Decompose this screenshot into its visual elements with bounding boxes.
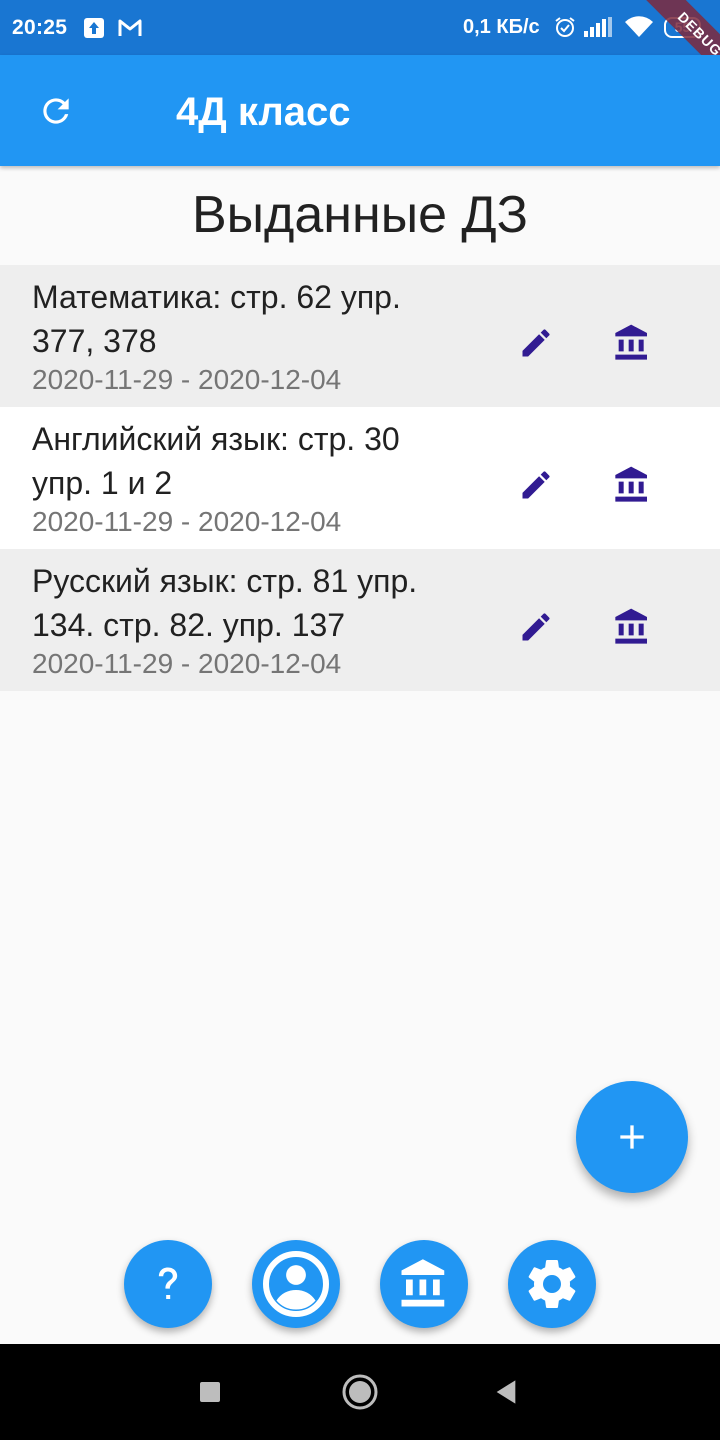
recents-icon <box>200 1382 220 1402</box>
app-title: 4Д класс <box>176 90 351 134</box>
navigation-bar <box>0 1344 720 1440</box>
homework-list: Математика: стр. 62 упр. 377, 378 2020-1… <box>0 265 720 691</box>
school-button[interactable] <box>380 1240 468 1328</box>
refresh-icon <box>43 98 69 124</box>
alarm-icon <box>554 16 576 43</box>
edit-button[interactable] <box>512 461 560 509</box>
plus-icon <box>620 1125 644 1149</box>
settings-button[interactable] <box>508 1240 596 1328</box>
homework-item[interactable]: Русский язык: стр. 81 упр. 134. стр. 82.… <box>0 549 720 691</box>
status-time: 20:25 <box>12 16 68 39</box>
homework-item[interactable]: Английский язык: стр. 30 упр. 1 и 2 2020… <box>0 407 720 549</box>
pencil-icon <box>522 471 550 499</box>
bank-icon <box>615 324 647 360</box>
edit-button[interactable] <box>512 319 560 367</box>
wifi-icon <box>624 16 654 43</box>
edit-button[interactable] <box>512 603 560 651</box>
gmail-icon <box>118 18 142 43</box>
home-icon <box>342 1374 378 1410</box>
page-title: Выданные ДЗ <box>191 186 529 244</box>
homework-dates: 2020-11-29 - 2020-12-04 <box>32 364 342 395</box>
profile-button[interactable] <box>252 1240 340 1328</box>
bank-icon <box>615 608 647 644</box>
bank-icon <box>401 1259 445 1307</box>
app-bar: 4Д класс <box>0 55 720 166</box>
archive-button[interactable] <box>608 319 656 367</box>
bank-icon <box>615 466 647 502</box>
homework-title: Математика: стр. 62 упр. 377, 378 <box>32 279 401 359</box>
homework-item[interactable]: Математика: стр. 62 упр. 377, 378 2020-1… <box>0 265 720 407</box>
back-icon <box>496 1380 516 1404</box>
homework-text: Математика: стр. 62 упр. 377, 378 2020-1… <box>32 275 432 397</box>
archive-button[interactable] <box>608 461 656 509</box>
upload-icon <box>84 18 104 43</box>
help-button[interactable] <box>124 1240 212 1328</box>
back-button[interactable] <box>482 1368 530 1416</box>
account-circle-icon <box>263 1251 329 1317</box>
settings-icon <box>528 1260 576 1308</box>
homework-title: Английский язык: стр. 30 упр. 1 и 2 <box>32 421 400 501</box>
help-icon <box>158 1267 178 1300</box>
signal-icon <box>584 17 614 42</box>
status-bar: 20:25 0,1 КБ/с 55 DEBUG <box>0 0 720 55</box>
homework-dates: 2020-11-29 - 2020-12-04 <box>32 506 342 537</box>
pencil-icon <box>522 613 550 641</box>
homework-text: Русский язык: стр. 81 упр. 134. стр. 82.… <box>32 559 432 681</box>
recents-button[interactable] <box>186 1368 234 1416</box>
refresh-button[interactable] <box>28 83 84 139</box>
homework-title: Русский язык: стр. 81 упр. 134. стр. 82.… <box>32 563 418 643</box>
pencil-icon <box>522 329 550 357</box>
homework-dates: 2020-11-29 - 2020-12-04 <box>32 648 342 679</box>
homework-text: Английский язык: стр. 30 упр. 1 и 2 2020… <box>32 417 432 539</box>
network-speed: 0,1 КБ/с <box>463 16 540 38</box>
archive-button[interactable] <box>608 603 656 651</box>
add-homework-button[interactable] <box>576 1081 688 1193</box>
home-button[interactable] <box>336 1368 384 1416</box>
